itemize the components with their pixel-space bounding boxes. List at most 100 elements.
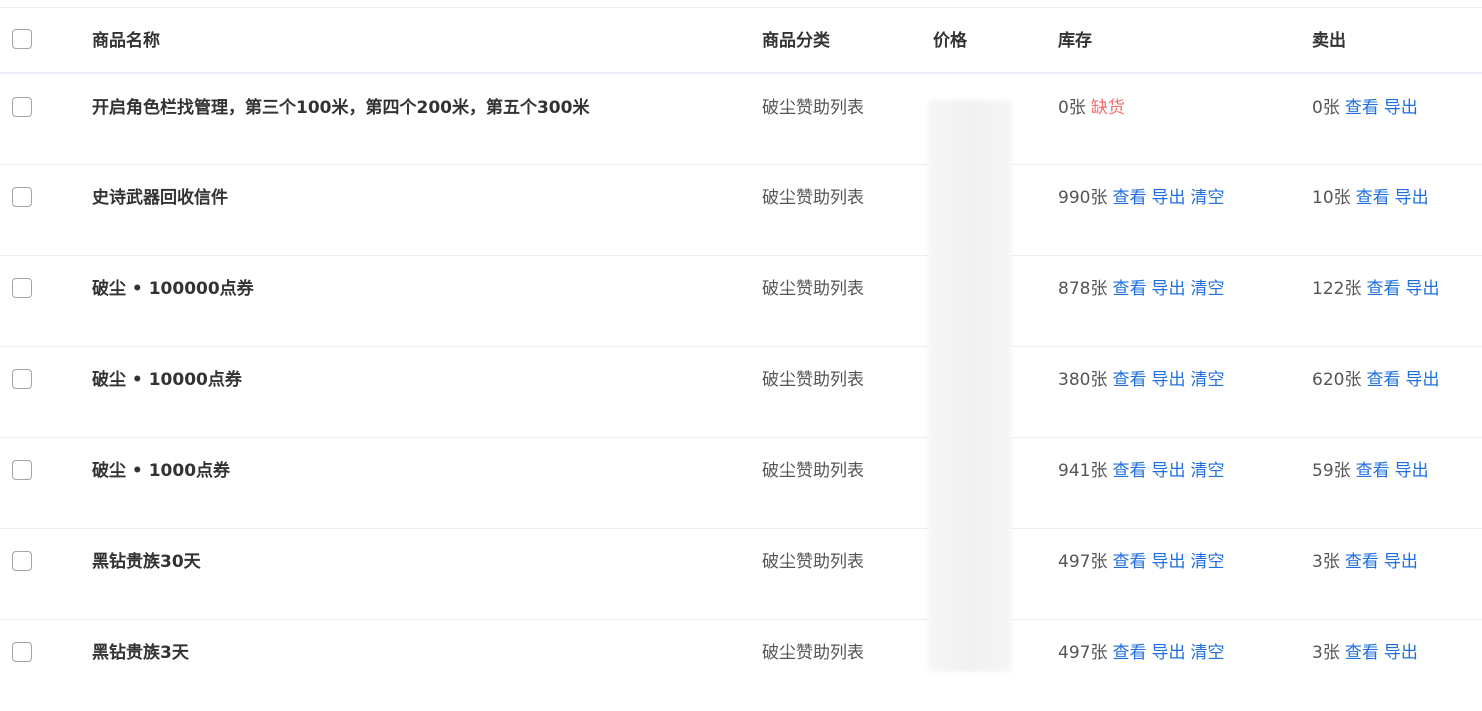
stock-clear-link[interactable]: 清空: [1190, 279, 1224, 299]
stock-export-link[interactable]: 导出: [1151, 370, 1185, 390]
sold-view-link[interactable]: 查看: [1366, 279, 1400, 299]
product-category: 破尘赞助列表: [762, 552, 864, 572]
table-row: 史诗武器回收信件 破尘赞助列表 990张 查看 导出 清空 10张 查看 导出: [0, 165, 1482, 256]
stock-cell: 878张 查看 导出 清空: [1058, 278, 1224, 300]
sold-cell: 3张 查看 导出: [1312, 551, 1418, 573]
stock-view-link[interactable]: 查看: [1112, 552, 1146, 572]
stock-clear-link[interactable]: 清空: [1190, 461, 1224, 481]
stock-count: 497张: [1058, 643, 1108, 663]
stock-cell: 380张 查看 导出 清空: [1058, 369, 1224, 391]
select-all-checkbox[interactable]: [12, 29, 32, 55]
sold-export-link[interactable]: 导出: [1395, 461, 1429, 481]
sold-export-link[interactable]: 导出: [1395, 188, 1429, 208]
checkbox-icon[interactable]: [12, 369, 32, 389]
row-checkbox[interactable]: [12, 460, 32, 486]
out-of-stock-badge: 缺货: [1090, 98, 1125, 118]
product-name: 破尘 • 100000点券: [92, 279, 254, 299]
stock-export-link[interactable]: 导出: [1151, 643, 1185, 663]
sold-view-link[interactable]: 查看: [1345, 552, 1379, 572]
product-category: 破尘赞助列表: [762, 461, 864, 481]
checkbox-icon[interactable]: [12, 551, 32, 571]
sold-export-link[interactable]: 导出: [1384, 552, 1418, 572]
sold-count: 620张: [1312, 370, 1362, 390]
table-row: 黑钻贵族3天 破尘赞助列表 497张 查看 导出 清空 3张 查看 导出: [0, 620, 1482, 711]
row-checkbox[interactable]: [12, 551, 32, 577]
stock-count: 878张: [1058, 279, 1108, 299]
stock-clear-link[interactable]: 清空: [1190, 552, 1224, 572]
product-name: 开启角色栏找管理，第三个100米，第四个200米，第五个300米: [92, 98, 590, 118]
stock-count: 380张: [1058, 370, 1108, 390]
sold-view-link[interactable]: 查看: [1356, 461, 1390, 481]
column-header-category[interactable]: 商品分类: [762, 30, 830, 52]
table-row: 破尘 • 1000点券 破尘赞助列表 941张 查看 导出 清空 59张 查看 导出: [0, 438, 1482, 529]
stock-view-link[interactable]: 查看: [1112, 370, 1146, 390]
checkbox-icon[interactable]: [12, 97, 32, 117]
stock-cell: 0张 缺货: [1058, 97, 1125, 119]
column-header-stock[interactable]: 库存: [1058, 30, 1092, 52]
stock-cell: 941张 查看 导出 清空: [1058, 460, 1224, 482]
sold-view-link[interactable]: 查看: [1345, 643, 1379, 663]
sold-view-link[interactable]: 查看: [1356, 188, 1390, 208]
checkbox-icon[interactable]: [12, 187, 32, 207]
sold-view-link[interactable]: 查看: [1345, 98, 1379, 118]
sold-count: 0张: [1312, 98, 1340, 118]
checkbox-icon[interactable]: [12, 278, 32, 298]
product-table: 商品名称 商品分类 价格 库存 卖出 开启角色栏找管理，第三个100米，第四个2…: [0, 8, 1482, 711]
row-checkbox[interactable]: [12, 369, 32, 395]
product-category: 破尘赞助列表: [762, 98, 864, 118]
stock-count: 990张: [1058, 188, 1108, 208]
stock-count: 941张: [1058, 461, 1108, 481]
checkbox-icon[interactable]: [12, 29, 32, 49]
row-checkbox[interactable]: [12, 278, 32, 304]
sold-cell: 122张 查看 导出: [1312, 278, 1439, 300]
checkbox-icon[interactable]: [12, 460, 32, 480]
product-category: 破尘赞助列表: [762, 188, 864, 208]
checkbox-icon[interactable]: [12, 642, 32, 662]
row-checkbox[interactable]: [12, 187, 32, 213]
sold-cell: 620张 查看 导出: [1312, 369, 1439, 391]
column-header-sold[interactable]: 卖出: [1312, 30, 1346, 52]
sold-count: 3张: [1312, 552, 1340, 572]
stock-clear-link[interactable]: 清空: [1190, 643, 1224, 663]
product-name: 黑钻贵族3天: [92, 643, 189, 663]
stock-cell: 990张 查看 导出 清空: [1058, 187, 1224, 209]
product-name: 破尘 • 1000点券: [92, 461, 231, 481]
table-row: 黑钻贵族30天 破尘赞助列表 497张 查看 导出 清空 3张 查看 导出: [0, 529, 1482, 620]
column-header-name[interactable]: 商品名称: [92, 30, 160, 52]
stock-export-link[interactable]: 导出: [1151, 552, 1185, 572]
column-header-price[interactable]: 价格: [933, 30, 967, 52]
stock-view-link[interactable]: 查看: [1112, 279, 1146, 299]
sold-export-link[interactable]: 导出: [1405, 279, 1439, 299]
product-category: 破尘赞助列表: [762, 643, 864, 663]
stock-clear-link[interactable]: 清空: [1190, 370, 1224, 390]
sold-cell: 10张 查看 导出: [1312, 187, 1429, 209]
sold-export-link[interactable]: 导出: [1405, 370, 1439, 390]
stock-clear-link[interactable]: 清空: [1190, 188, 1224, 208]
sold-count: 59张: [1312, 461, 1351, 481]
sold-cell: 3张 查看 导出: [1312, 642, 1418, 664]
stock-view-link[interactable]: 查看: [1112, 461, 1146, 481]
stock-cell: 497张 查看 导出 清空: [1058, 551, 1224, 573]
stock-export-link[interactable]: 导出: [1151, 461, 1185, 481]
row-checkbox[interactable]: [12, 97, 32, 123]
stock-cell: 497张 查看 导出 清空: [1058, 642, 1224, 664]
stock-view-link[interactable]: 查看: [1112, 188, 1146, 208]
sold-count: 10张: [1312, 188, 1351, 208]
sold-export-link[interactable]: 导出: [1384, 643, 1418, 663]
sold-export-link[interactable]: 导出: [1384, 98, 1418, 118]
sold-count: 122张: [1312, 279, 1362, 299]
stock-count: 0张: [1058, 98, 1086, 118]
sold-view-link[interactable]: 查看: [1366, 370, 1400, 390]
product-category: 破尘赞助列表: [762, 279, 864, 299]
stock-view-link[interactable]: 查看: [1112, 643, 1146, 663]
product-name: 黑钻贵族30天: [92, 552, 201, 572]
stock-export-link[interactable]: 导出: [1151, 188, 1185, 208]
table-row: 开启角色栏找管理，第三个100米，第四个200米，第五个300米 破尘赞助列表 …: [0, 74, 1482, 165]
price-column-redacted: [928, 100, 1012, 672]
table-row: 破尘 • 100000点券 破尘赞助列表 878张 查看 导出 清空 122张 查看 导出: [0, 256, 1482, 347]
product-name: 史诗武器回收信件: [92, 188, 228, 208]
row-checkbox[interactable]: [12, 642, 32, 668]
stock-count: 497张: [1058, 552, 1108, 572]
stock-export-link[interactable]: 导出: [1151, 279, 1185, 299]
sold-cell: 0张 查看 导出: [1312, 97, 1418, 119]
